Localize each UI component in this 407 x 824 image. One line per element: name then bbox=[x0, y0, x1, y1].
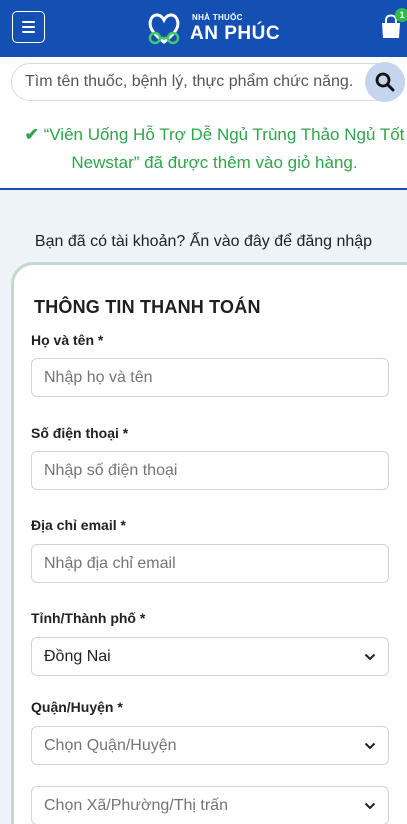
phone-field[interactable] bbox=[31, 451, 389, 490]
district-select[interactable]: Chọn Quận/Huyện bbox=[31, 726, 389, 765]
province-label: Tỉnh/Thành phố * bbox=[31, 610, 146, 626]
hamburger-menu-icon bbox=[22, 21, 35, 23]
search-input[interactable] bbox=[11, 63, 405, 101]
search-icon bbox=[375, 72, 395, 92]
chevron-down-icon bbox=[364, 802, 376, 809]
email-label: Địa chỉ email * bbox=[31, 517, 126, 533]
ward-placeholder: Chọn Xã/Phường/Thị trấn bbox=[44, 796, 228, 814]
checkout-title: THÔNG TIN THANH TOÁN bbox=[34, 297, 261, 317]
cart-success-notice: ✔ “Viên Uống Hỗ Trợ Dễ Ngủ Trùng Thảo Ng… bbox=[0, 107, 407, 190]
chevron-down-icon bbox=[364, 653, 376, 660]
logo-big-text: AN PHÚC bbox=[190, 22, 281, 44]
district-placeholder: Chọn Quận/Huyện bbox=[44, 736, 177, 754]
search-bar bbox=[0, 57, 407, 107]
login-prompt-link[interactable]: Bạn đã có tài khoản? Ấn vào đây để đăng … bbox=[35, 233, 372, 250]
login-prompt: Bạn đã có tài khoản? Ấn vào đây để đăng … bbox=[0, 233, 407, 251]
chevron-down-icon bbox=[364, 742, 376, 749]
logo-text: NHÀ THUỐC AN PHÚC bbox=[190, 12, 281, 44]
logo-heart-icon bbox=[148, 13, 180, 45]
checkmark-icon: ✔ bbox=[24, 125, 39, 144]
search-button[interactable] bbox=[365, 62, 405, 102]
ward-select[interactable]: Chọn Xã/Phường/Thị trấn bbox=[31, 786, 389, 824]
logo-small-text: NHÀ THUỐC bbox=[192, 12, 243, 22]
cart-count-badge: 1 bbox=[395, 8, 407, 22]
name-field[interactable] bbox=[31, 358, 389, 397]
phone-label: Số điện thoại * bbox=[31, 425, 129, 441]
hamburger-menu-button[interactable] bbox=[12, 11, 45, 43]
top-header: NHÀ THUỐC AN PHÚC bbox=[0, 0, 407, 57]
name-label: Họ và tên * bbox=[31, 332, 104, 348]
email-field[interactable] bbox=[31, 544, 389, 583]
site-logo[interactable]: NHÀ THUỐC AN PHÚC bbox=[144, 8, 280, 48]
province-select[interactable]: Đồng Nai bbox=[31, 637, 389, 676]
province-selected-value: Đồng Nai bbox=[44, 647, 111, 665]
district-label: Quận/Huyện * bbox=[31, 699, 123, 715]
notice-message: “Viên Uống Hỗ Trợ Dễ Ngủ Trùng Thảo Ngủ … bbox=[43, 125, 405, 172]
